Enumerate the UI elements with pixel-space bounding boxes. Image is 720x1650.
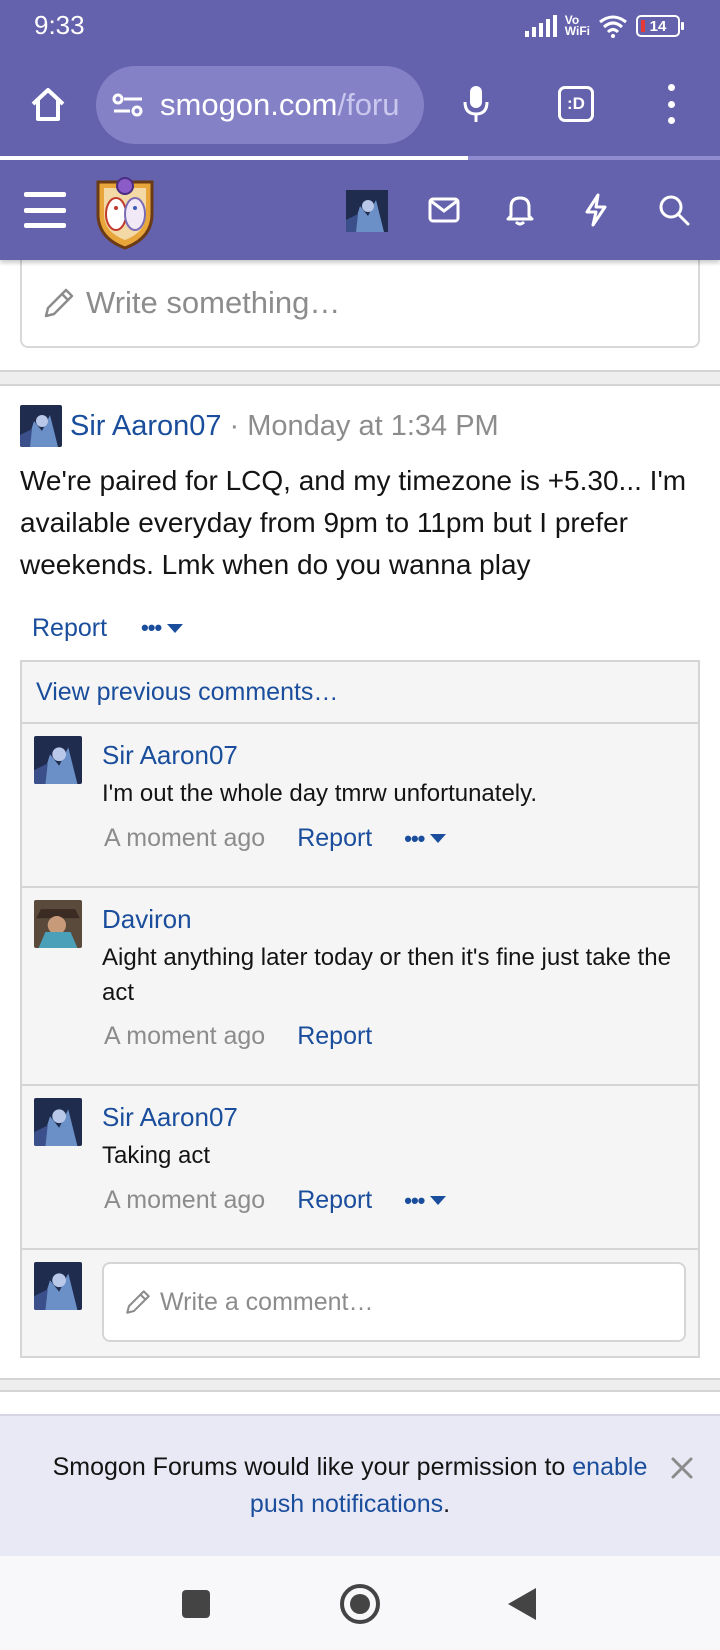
report-link[interactable]: Report bbox=[297, 1186, 372, 1215]
comment-item: Sir Aaron07 Taking act A moment ago Repo… bbox=[22, 1086, 698, 1250]
microphone-icon bbox=[463, 86, 489, 122]
tab-switcher-button[interactable]: :D bbox=[558, 86, 594, 122]
more-options-button[interactable]: ••• bbox=[141, 615, 184, 641]
comment-meta: A moment ago Report ••• bbox=[104, 824, 447, 853]
more-dots: ••• bbox=[141, 615, 162, 640]
url-host: smogon.com bbox=[160, 87, 338, 122]
write-comment-row: Write a comment… bbox=[22, 1250, 698, 1356]
comment-author-avatar[interactable] bbox=[34, 736, 82, 784]
view-previous-comments-link[interactable]: View previous comments… bbox=[22, 662, 698, 724]
notice-text: Smogon Forums would like your permission… bbox=[30, 1449, 670, 1523]
pencil-icon bbox=[126, 1290, 150, 1314]
post-body: We're paired for LCQ, and my timezone is… bbox=[20, 465, 687, 580]
bell-icon[interactable] bbox=[500, 190, 540, 230]
home-button[interactable] bbox=[22, 78, 74, 130]
battery-icon: 14 bbox=[636, 15, 684, 37]
page-load-progress-fill bbox=[0, 156, 468, 160]
notice-punctuation: . bbox=[443, 1490, 451, 1518]
site-logo[interactable] bbox=[92, 174, 158, 250]
browser-menu-button[interactable] bbox=[660, 84, 682, 124]
chevron-down-icon bbox=[430, 834, 447, 843]
url-bar[interactable]: smogon.com/foru bbox=[96, 66, 424, 144]
current-user-avatar bbox=[34, 1262, 82, 1310]
url-text[interactable]: smogon.com/foru bbox=[160, 87, 400, 123]
write-comment-placeholder: Write a comment… bbox=[160, 1287, 374, 1316]
search-icon[interactable] bbox=[654, 190, 694, 230]
chevron-down-icon bbox=[430, 1196, 447, 1205]
more-options-button[interactable]: ••• bbox=[404, 825, 447, 852]
status-icons: Vo WiFi 14 bbox=[524, 13, 684, 38]
meta-separator: · bbox=[229, 409, 240, 442]
home-nav-button[interactable] bbox=[340, 1584, 380, 1624]
comment-timestamp[interactable]: A moment ago bbox=[104, 1022, 265, 1051]
write-something-placeholder: Write something… bbox=[86, 285, 341, 320]
comment-text: Taking act bbox=[102, 1142, 211, 1169]
profile-post: Sir Aaron07 · Monday at 1:34 PM We're pa… bbox=[20, 404, 700, 650]
comment-text: I'm out the whole day tmrw unfortunately… bbox=[102, 780, 538, 807]
write-something-input[interactable]: Write something… bbox=[20, 260, 700, 348]
comment-author-avatar[interactable] bbox=[34, 1098, 82, 1146]
post-actions: Report ••• bbox=[20, 606, 700, 650]
avatar-image bbox=[34, 1262, 82, 1310]
more-options-button[interactable]: ••• bbox=[404, 1187, 447, 1214]
page-load-progress bbox=[0, 156, 720, 160]
comment-timestamp[interactable]: A moment ago bbox=[104, 824, 265, 853]
comment-item: Daviron Aight anything later today or th… bbox=[22, 888, 698, 1086]
magnifier-icon bbox=[659, 195, 690, 226]
comment-author-link[interactable]: Sir Aaron07 bbox=[102, 740, 238, 771]
recents-button[interactable] bbox=[182, 1590, 210, 1618]
inbox-icon[interactable] bbox=[424, 190, 464, 230]
system-navigation-bar bbox=[0, 1556, 720, 1650]
pencil-icon bbox=[44, 288, 74, 318]
comment-author-link[interactable]: Daviron bbox=[102, 904, 192, 935]
avatar-image bbox=[20, 405, 62, 447]
site-header bbox=[0, 164, 720, 260]
comments-block: View previous comments… Sir Aaron07 I'm … bbox=[20, 660, 700, 1358]
post-author-avatar[interactable] bbox=[20, 405, 62, 447]
status-time: 9:33 bbox=[34, 10, 85, 40]
whats-new-icon bbox=[585, 193, 607, 227]
post-author-link[interactable]: Sir Aaron07 bbox=[70, 410, 222, 443]
menu-icon[interactable] bbox=[24, 192, 66, 228]
comment-timestamp[interactable]: A moment ago bbox=[104, 1186, 265, 1215]
user-avatar[interactable] bbox=[346, 190, 388, 232]
report-link[interactable]: Report bbox=[32, 614, 107, 643]
report-link[interactable]: Report bbox=[297, 824, 372, 853]
site-settings-icon[interactable] bbox=[112, 91, 144, 119]
more-dots: ••• bbox=[404, 825, 425, 851]
avatar-image bbox=[34, 900, 82, 948]
battery-level: 14 bbox=[649, 17, 667, 35]
notification-bell-icon bbox=[506, 196, 534, 226]
url-path: /foru bbox=[337, 87, 400, 122]
post-header: Sir Aaron07 · Monday at 1:34 PM bbox=[20, 404, 700, 448]
avatar-image bbox=[34, 1098, 82, 1146]
comment-item: Sir Aaron07 I'm out the whole day tmrw u… bbox=[22, 724, 698, 888]
vowifi-label: Vo WiFi bbox=[564, 13, 590, 38]
comment-author-link[interactable]: Sir Aaron07 bbox=[102, 1102, 238, 1133]
browser-chrome: 9:33 Vo WiFi 14 smogon.com/foru:D bbox=[0, 0, 720, 164]
report-link[interactable]: Report bbox=[297, 1022, 372, 1051]
signal-icon bbox=[524, 15, 557, 37]
voice-search-button[interactable] bbox=[454, 80, 498, 128]
avatar-image bbox=[34, 736, 82, 784]
back-button[interactable] bbox=[508, 1588, 536, 1620]
write-comment-input[interactable]: Write a comment… bbox=[102, 1262, 686, 1342]
section-divider bbox=[0, 370, 720, 386]
close-icon[interactable] bbox=[670, 1456, 694, 1480]
envelope-icon bbox=[428, 197, 460, 223]
bolt-icon[interactable] bbox=[576, 190, 616, 230]
post-timestamp[interactable]: Monday at 1:34 PM bbox=[247, 410, 498, 443]
comment-meta: A moment ago Report bbox=[104, 1022, 372, 1051]
wifi-icon bbox=[599, 15, 627, 38]
avatar-image bbox=[346, 190, 388, 232]
comment-author-avatar[interactable] bbox=[34, 900, 82, 948]
section-divider bbox=[0, 1378, 720, 1392]
notice-message: Smogon Forums would like your permission… bbox=[52, 1453, 573, 1481]
comment-text: Aight anything later today or then it's … bbox=[102, 944, 671, 1006]
more-dots: ••• bbox=[404, 1187, 425, 1213]
chevron-down-icon bbox=[167, 623, 184, 633]
comment-meta: A moment ago Report ••• bbox=[104, 1186, 447, 1215]
push-notification-notice: Smogon Forums would like your permission… bbox=[0, 1414, 720, 1556]
home-icon bbox=[31, 88, 65, 121]
